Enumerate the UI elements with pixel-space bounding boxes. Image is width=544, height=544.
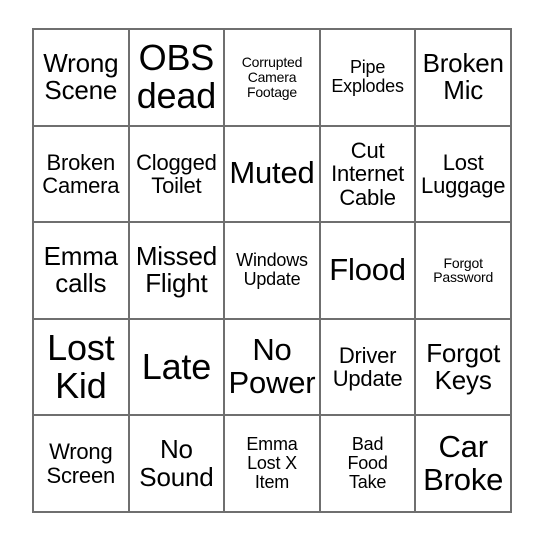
bingo-cell-label: Pipe Explodes	[331, 57, 404, 97]
bingo-cell-r5c4[interactable]: Bad Food Take	[320, 416, 417, 511]
bingo-cell-label: No Sound	[139, 434, 214, 492]
bingo-card: Wrong Scene OBS dead Corrupted Camera Fo…	[32, 28, 512, 513]
bingo-cell-r5c3[interactable]: Emma Lost X Item	[225, 416, 321, 511]
bingo-cell-label: Broken Mic	[422, 47, 504, 106]
bingo-cell-r5c2[interactable]: No Sound	[129, 416, 226, 511]
bingo-cell-label: OBS dead	[136, 37, 217, 117]
bingo-cell-r5c5[interactable]: Car Broke	[416, 416, 510, 511]
bingo-cell-label: Cut Internet Cable	[331, 137, 405, 210]
bingo-cell-r2c1[interactable]: Broken Camera	[34, 126, 130, 222]
bingo-cell-r2c2[interactable]: Clogged Toilet	[129, 126, 226, 222]
bingo-cell-r2c5[interactable]: Lost Luggage	[416, 126, 510, 222]
bingo-cell-label: Flood	[329, 252, 406, 288]
bingo-cell-r4c1[interactable]: Lost Kid	[34, 319, 130, 415]
bingo-cell-label: Wrong Scene	[43, 47, 119, 106]
bingo-cell-label: Wrong Screen	[46, 439, 116, 488]
bingo-cell-label: Car Broke	[423, 428, 504, 497]
bingo-cell-r3c3[interactable]: Windows Update	[225, 223, 321, 318]
bingo-cell-r1c3[interactable]: Corrupted Camera Footage	[225, 30, 321, 125]
bingo-cell-label: Broken Camera	[42, 149, 120, 198]
bingo-cell-r1c2[interactable]: OBS dead	[129, 30, 226, 125]
bingo-cell-label: Lost Luggage	[421, 149, 506, 198]
bingo-cell-r1c1[interactable]: Wrong Scene	[34, 30, 130, 125]
bingo-cell-r3c1[interactable]: Emma calls	[34, 223, 130, 318]
bingo-row: Wrong Screen No Sound Emma Lost X Item B…	[34, 416, 510, 511]
bingo-cell-label: Forgot Keys	[426, 337, 501, 396]
bingo-row: Lost Kid Late No Power Driver Update For…	[34, 319, 510, 417]
bingo-cell-r1c5[interactable]: Broken Mic	[416, 30, 510, 125]
bingo-cell-r4c2[interactable]: Late	[129, 319, 226, 415]
bingo-cell-label: Bad Food Take	[347, 434, 388, 493]
bingo-cell-label: Lost Kid	[47, 326, 115, 407]
bingo-cell-label: Driver Update	[332, 342, 403, 392]
bingo-cell-label: Late	[141, 346, 212, 387]
bingo-cell-r3c4[interactable]: Flood	[320, 223, 417, 318]
bingo-cell-r3c2[interactable]: Missed Flight	[129, 223, 226, 318]
bingo-row: Broken Camera Clogged Toilet Muted Cut I…	[34, 126, 510, 224]
bingo-cell-r2c4[interactable]: Cut Internet Cable	[320, 126, 417, 222]
bingo-cell-label: Windows Update	[236, 250, 308, 290]
bingo-cell-r4c5[interactable]: Forgot Keys	[416, 319, 510, 415]
bingo-cell-r4c4[interactable]: Driver Update	[320, 319, 417, 415]
bingo-cell-r2c3[interactable]: Muted	[225, 126, 321, 222]
bingo-cell-r5c1[interactable]: Wrong Screen	[34, 416, 130, 511]
bingo-cell-label: Emma calls	[43, 240, 119, 299]
bingo-cell-label: Corrupted Camera Footage	[241, 54, 303, 100]
bingo-cell-r1c4[interactable]: Pipe Explodes	[320, 30, 417, 125]
bingo-cell-label: Emma Lost X Item	[246, 434, 298, 493]
bingo-cell-label: Clogged Toilet	[136, 149, 217, 198]
bingo-row: Wrong Scene OBS dead Corrupted Camera Fo…	[34, 30, 510, 127]
bingo-row: Emma calls Missed Flight Windows Update …	[34, 223, 510, 320]
bingo-cell-label: Missed Flight	[135, 240, 217, 299]
bingo-cell-label: Forgot Password	[433, 254, 494, 286]
bingo-cell-label: Muted	[229, 155, 315, 191]
bingo-cell-label: No Power	[228, 332, 316, 401]
bingo-cell-r3c5[interactable]: Forgot Password	[416, 223, 510, 318]
bingo-cell-r4c3[interactable]: No Power	[225, 319, 321, 415]
